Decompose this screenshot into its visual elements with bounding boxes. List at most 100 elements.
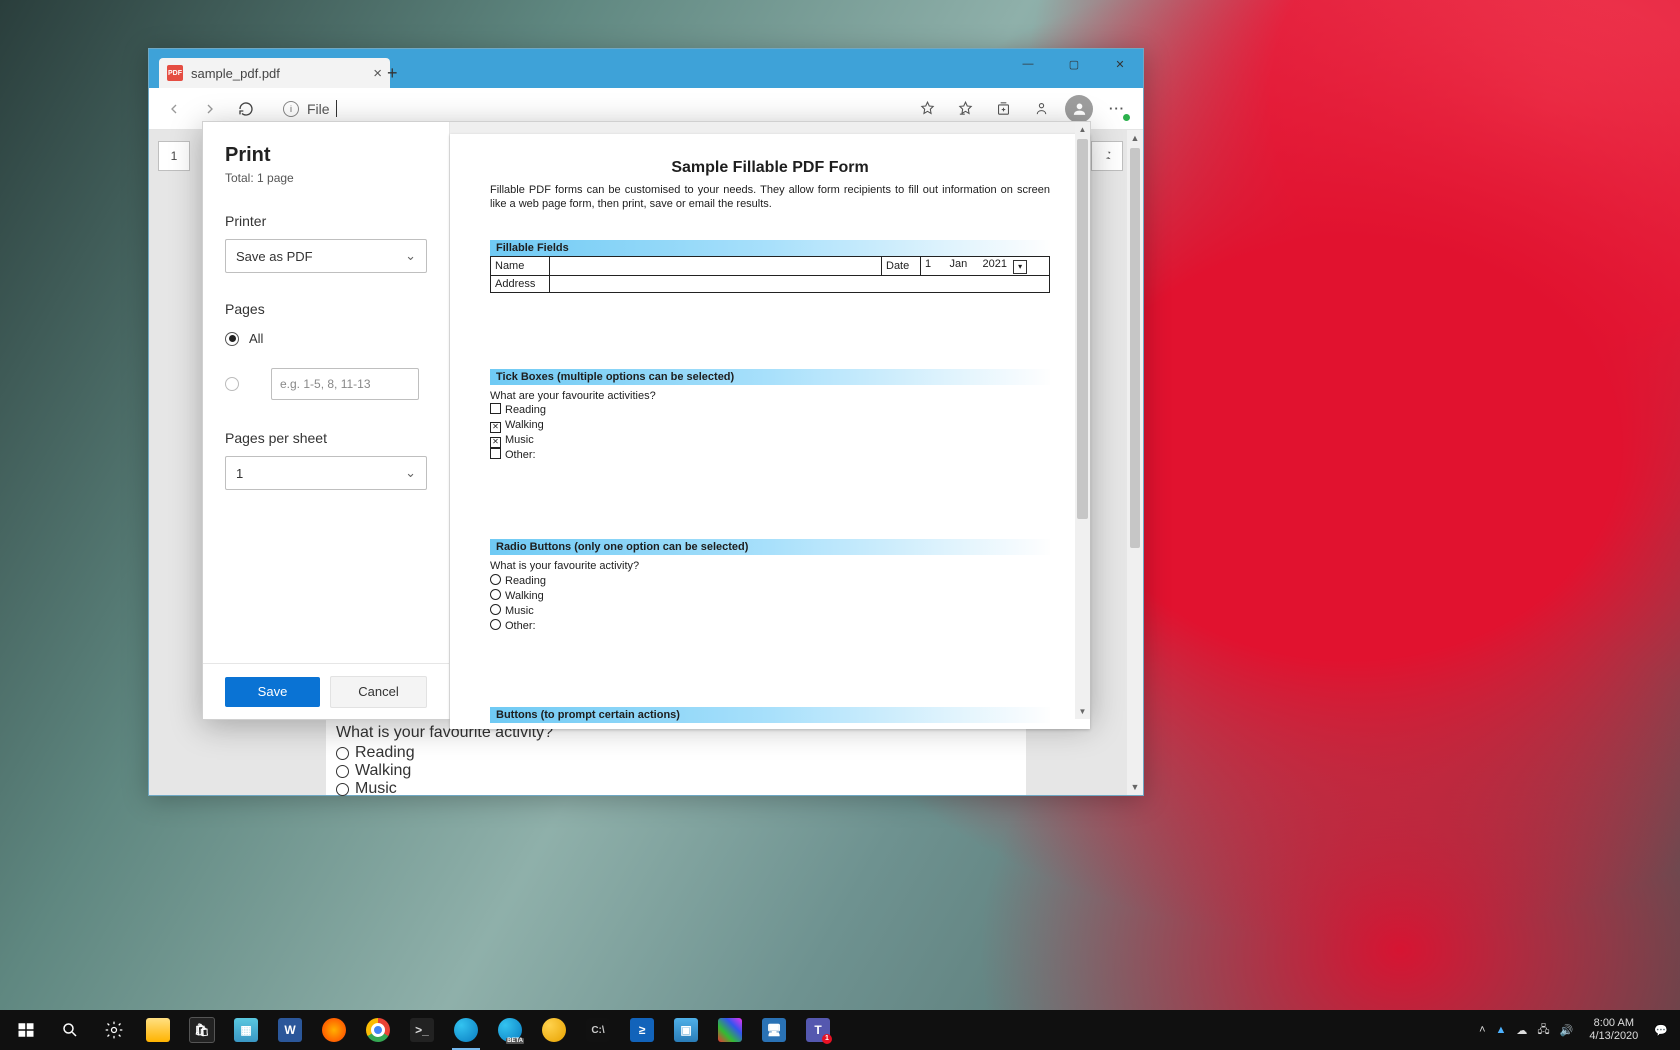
tab-title: sample_pdf.pdf — [191, 66, 280, 81]
browser-scrollbar[interactable]: ▲ ▼ — [1127, 130, 1143, 795]
chevron-down-icon: ⌄ — [405, 248, 416, 264]
radio-unchecked-icon — [225, 377, 239, 391]
dialog-footer: Save Cancel — [203, 663, 449, 719]
onedrive-icon[interactable]: ▲ — [1496, 1024, 1507, 1036]
pin-toolbar-button[interactable] — [1091, 141, 1123, 171]
name-input-cell — [550, 256, 882, 275]
close-window-button[interactable]: ✕ — [1097, 49, 1143, 79]
settings-menu-button[interactable]: ··· — [1101, 94, 1133, 124]
print-settings-panel: Print Total: 1 page Printer Save as PDF … — [203, 122, 450, 719]
word-icon[interactable]: W — [268, 1010, 312, 1050]
edge-beta-icon[interactable]: BETA — [488, 1010, 532, 1050]
pdf-title: Sample Fillable PDF Form — [490, 159, 1050, 177]
powershell-icon[interactable]: ≥ — [620, 1010, 664, 1050]
underlying-option: Reading — [336, 744, 1016, 762]
url-box[interactable]: i File — [273, 94, 899, 124]
cancel-button[interactable]: Cancel — [330, 676, 427, 708]
tab-close-icon[interactable]: × — [373, 66, 382, 81]
taskbar: 🛍 ▦ W >_ BETA C:\ ≥ ▣ 🖥 T1 ˄ ▲ ☁ 🖧 🔊 8:0… — [0, 1010, 1680, 1050]
tray-chevron-icon[interactable]: ˄ — [1479, 1024, 1485, 1036]
browser-window: PDF sample_pdf.pdf × + — ▢ ✕ i File ··· … — [148, 48, 1144, 796]
scroll-down-icon[interactable]: ▼ — [1127, 779, 1143, 795]
page-number-box[interactable]: 1 — [158, 141, 190, 171]
text-cursor — [336, 100, 337, 117]
url-text: File — [307, 101, 330, 117]
printer-label: Printer — [225, 213, 427, 229]
date-input-cell: 1 Jan 2021 ▾ — [921, 256, 1050, 275]
preview-scrollbar[interactable]: ▲ ▼ — [1075, 122, 1090, 719]
scroll-thumb[interactable] — [1130, 148, 1140, 548]
gallery-icon[interactable]: ▣ — [664, 1010, 708, 1050]
start-button[interactable] — [4, 1010, 48, 1050]
print-preview-panel: Sample Fillable PDF Form Fillable PDF fo… — [450, 122, 1090, 719]
cmd-icon[interactable]: C:\ — [576, 1010, 620, 1050]
radio-checked-icon — [225, 332, 239, 346]
cloud-icon[interactable]: ☁ — [1516, 1024, 1527, 1037]
settings-taskbar-icon[interactable] — [92, 1010, 136, 1050]
date-dropdown-icon: ▾ — [1013, 260, 1027, 274]
chrome-icon[interactable] — [356, 1010, 400, 1050]
scroll-up-icon[interactable]: ▲ — [1075, 122, 1090, 137]
site-info-icon[interactable]: i — [283, 101, 299, 117]
network-icon[interactable]: 🖧 — [1537, 1021, 1549, 1040]
terminal-icon[interactable]: >_ — [400, 1010, 444, 1050]
system-tray: ˄ ▲ ☁ 🖧 🔊 8:00 AM 4/13/2020 💬 — [1471, 1017, 1676, 1043]
dialog-title: Print — [225, 144, 427, 167]
action-center-icon[interactable]: 💬 — [1654, 1024, 1668, 1037]
preview-page: Sample Fillable PDF Form Fillable PDF fo… — [450, 134, 1090, 729]
volume-icon[interactable]: 🔊 — [1560, 1024, 1574, 1037]
edge-canary-icon[interactable] — [532, 1010, 576, 1050]
maximize-button[interactable]: ▢ — [1051, 49, 1097, 79]
browser-tab[interactable]: PDF sample_pdf.pdf × — [159, 58, 390, 88]
page-range-input[interactable]: e.g. 1-5, 8, 11-13 — [271, 368, 419, 400]
collections-icon[interactable] — [987, 94, 1019, 124]
tick-body: What are your favourite activities? Read… — [490, 389, 1050, 464]
profile-switch-icon[interactable] — [1025, 94, 1057, 124]
pdf-description: Fillable PDF forms can be customised to … — [490, 183, 1050, 212]
search-button[interactable] — [48, 1010, 92, 1050]
pages-all-option[interactable]: All — [225, 331, 427, 346]
clock[interactable]: 8:00 AM 4/13/2020 — [1589, 1017, 1638, 1043]
section-radio-buttons: Radio Buttons (only one option can be se… — [490, 539, 1050, 555]
pps-value: 1 — [236, 466, 243, 481]
dialog-subtitle: Total: 1 page — [225, 171, 427, 185]
photos-icon[interactable]: ▦ — [224, 1010, 268, 1050]
update-indicator-icon — [1123, 114, 1130, 121]
pages-range-option[interactable]: e.g. 1-5, 8, 11-13 — [225, 368, 427, 400]
forward-button[interactable] — [195, 94, 225, 124]
print-dialog: Print Total: 1 page Printer Save as PDF … — [202, 121, 1091, 720]
back-button[interactable] — [159, 94, 189, 124]
clock-date: 4/13/2020 — [1589, 1030, 1638, 1043]
teams-icon[interactable]: T1 — [796, 1010, 840, 1050]
profile-avatar[interactable] — [1063, 94, 1095, 124]
window-controls: — ▢ ✕ — [1005, 49, 1143, 79]
printer-select[interactable]: Save as PDF ⌄ — [225, 239, 427, 273]
address-input-cell — [550, 275, 1050, 292]
store-icon[interactable]: 🛍 — [180, 1010, 224, 1050]
scroll-up-icon[interactable]: ▲ — [1127, 130, 1143, 146]
edge-icon[interactable] — [444, 1010, 488, 1050]
chevron-down-icon: ⌄ — [405, 465, 416, 481]
pages-label: Pages — [225, 301, 427, 317]
favorites-list-icon[interactable] — [949, 94, 981, 124]
date-label: Date — [882, 256, 921, 275]
save-button[interactable]: Save — [225, 677, 320, 707]
powertoys-icon[interactable] — [708, 1010, 752, 1050]
pdf-favicon-icon: PDF — [167, 65, 183, 81]
scroll-down-icon[interactable]: ▼ — [1075, 704, 1090, 719]
minimize-button[interactable]: — — [1005, 49, 1051, 79]
pages-per-sheet-select[interactable]: 1 ⌄ — [225, 456, 427, 490]
titlebar: PDF sample_pdf.pdf × + — ▢ ✕ — [149, 49, 1143, 88]
clock-time: 8:00 AM — [1589, 1017, 1638, 1030]
firefox-icon[interactable] — [312, 1010, 356, 1050]
new-tab-button[interactable]: + — [387, 63, 398, 84]
section-tick-boxes: Tick Boxes (multiple options can be sele… — [490, 369, 1050, 385]
radio-body: What is your favourite activity? Reading… — [490, 559, 1050, 633]
pages-all-label: All — [249, 331, 263, 346]
pages-per-sheet-label: Pages per sheet — [225, 430, 427, 446]
remote-desktop-icon[interactable]: 🖥 — [752, 1010, 796, 1050]
scroll-thumb[interactable] — [1077, 139, 1088, 519]
favorite-star-icon[interactable] — [911, 94, 943, 124]
file-explorer-icon[interactable] — [136, 1010, 180, 1050]
refresh-button[interactable] — [231, 94, 261, 124]
